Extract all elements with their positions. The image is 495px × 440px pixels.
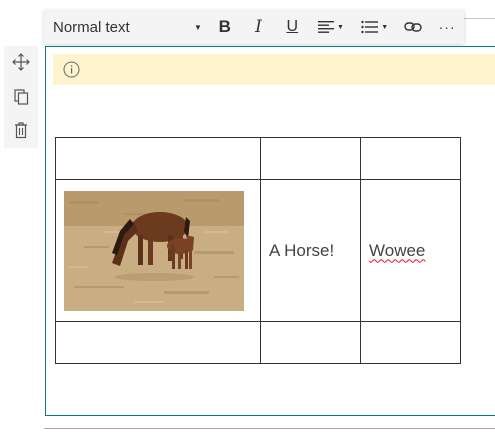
more-options-icon: ··· [438,19,456,35]
chevron-down-icon: ▼ [337,23,344,31]
align-dropdown-button[interactable]: ▼ [309,10,353,44]
italic-button[interactable]: I [242,10,276,44]
underline-button[interactable]: U [275,10,309,44]
insert-link-button[interactable] [397,10,431,44]
chevron-down-icon: ▼ [193,22,202,32]
table-row [55,137,461,180]
info-icon [63,61,80,78]
duplicate-button[interactable] [12,88,30,106]
more-options-button[interactable]: ··· [430,10,464,44]
table-cell[interactable]: A Horse! [260,179,361,322]
link-icon [404,22,423,32]
bold-button[interactable]: B [208,10,242,44]
table-cell[interactable] [360,137,461,180]
cell-text: Wowee [369,240,426,260]
list-dropdown-button[interactable]: ▼ [353,10,397,44]
underline-icon: U [286,18,299,35]
table-cell[interactable] [360,321,461,364]
formatting-toolbar: Normal text ▼ B I U ▼ ▼ ··· [44,10,464,44]
info-banner [53,54,495,85]
table-cell[interactable] [260,321,361,364]
text-style-dropdown[interactable]: Normal text ▼ [53,10,208,44]
table-cell[interactable] [260,137,361,180]
duplicate-icon [14,89,29,105]
move-button[interactable] [12,53,30,71]
table-cell[interactable] [55,321,261,364]
table-cell[interactable] [55,137,261,180]
content-table: A Horse! Wowee [55,137,461,364]
bulleted-list-icon [361,20,379,34]
table-cell[interactable] [55,179,261,322]
table-row [55,321,461,364]
cell-text: A Horse! [269,240,335,260]
webpart-side-toolbar [4,46,38,148]
horse-photo[interactable] [64,190,244,311]
bold-icon: B [218,17,231,36]
delete-button[interactable] [12,121,30,139]
align-left-icon [318,21,334,33]
italic-icon: I [255,17,262,37]
move-icon [12,53,30,71]
text-style-label: Normal text [53,18,130,36]
canvas-bottom-divider [44,428,495,429]
delete-icon [15,122,27,139]
table-row: A Horse! Wowee [55,179,461,322]
chevron-down-icon: ▼ [381,23,389,31]
table-cell[interactable]: Wowee [360,179,461,322]
